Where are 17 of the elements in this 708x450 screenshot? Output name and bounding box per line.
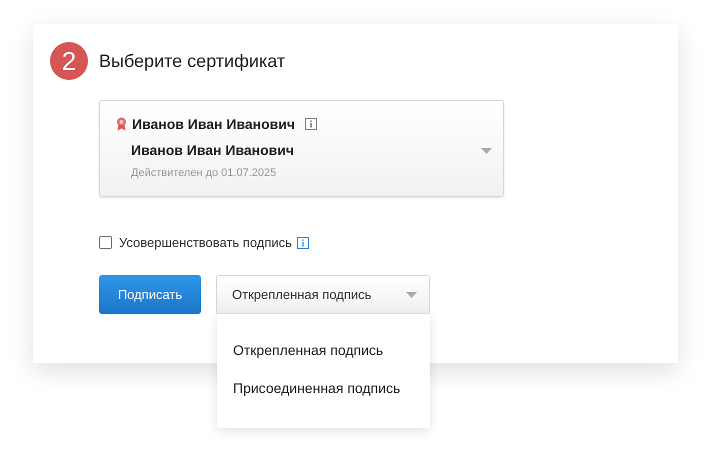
- caret-icon: [406, 292, 417, 298]
- sign-button[interactable]: Подписать: [99, 275, 201, 314]
- info-icon[interactable]: [305, 118, 318, 130]
- menu-option[interactable]: Открепленная подпись: [217, 335, 430, 373]
- caret-icon: [481, 148, 492, 154]
- step-number: 2: [50, 42, 88, 80]
- enhance-label: Усовершенствовать подпись: [119, 235, 292, 250]
- award-icon: [116, 117, 127, 131]
- certificate-validity: Действителен до 01.07.2025: [131, 167, 278, 179]
- info-icon[interactable]: [296, 236, 309, 248]
- certificate-owner: Иванов Иван Иванович: [132, 116, 296, 132]
- certificate-name: Иванов Иван Иванович: [131, 142, 294, 158]
- step-title: Выберите сертификат: [99, 50, 286, 72]
- certificate-select[interactable]: Иванов Иван Иванович Иванов Иван Иванович Действителен до 01.07.2025: [99, 100, 504, 197]
- menu-option[interactable]: Присоединенная подпись: [217, 373, 430, 411]
- signature-type-select[interactable]: Открепленная подпись: [216, 275, 430, 314]
- enhance-checkbox[interactable]: [99, 236, 112, 249]
